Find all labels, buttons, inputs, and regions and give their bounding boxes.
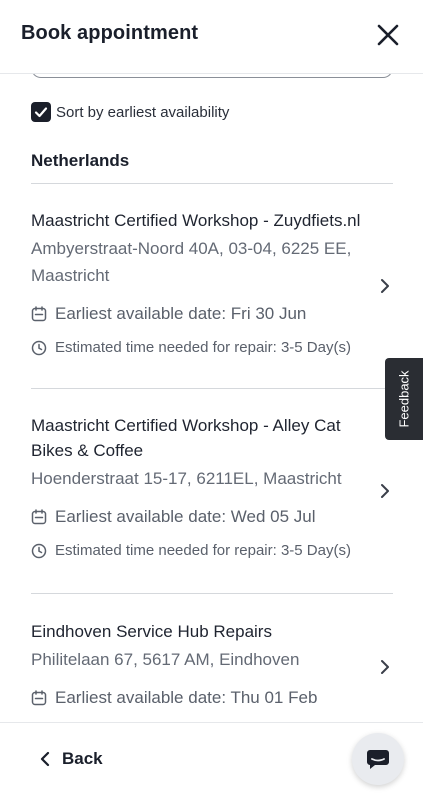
sort-label: Sort by earliest availability (56, 103, 230, 121)
chevron-left-icon (40, 751, 50, 767)
sort-checkbox[interactable] (31, 102, 51, 122)
clock-icon (31, 340, 47, 355)
content: Sort by earliest availability Netherland… (0, 74, 423, 722)
sort-checkbox-row[interactable]: Sort by earliest availability (31, 102, 229, 122)
chat-icon (367, 750, 389, 769)
shop-name: Maastricht Certified Workshop - Alley Ca… (31, 416, 341, 460)
shop-name: Eindhoven Service Hub Repairs (31, 622, 272, 641)
search-input[interactable] (31, 74, 393, 78)
divider (31, 388, 393, 389)
shop-address: Hoenderstraat 15-17, 6211EL, Maastricht (31, 469, 342, 488)
back-label: Back (62, 749, 103, 768)
chevron-right-icon (381, 660, 389, 674)
chat-button[interactable] (352, 733, 404, 785)
earliest-date: Earliest available date: Fri 30 Jun (55, 304, 307, 323)
clock-icon (31, 543, 47, 558)
calendar-icon (31, 306, 47, 322)
repair-time: Estimated time needed for repair: 3-5 Da… (55, 542, 351, 559)
calendar-icon (31, 690, 47, 706)
back-button[interactable]: Back (40, 749, 103, 769)
shop-item[interactable]: Eindhoven Service Hub Repairs Philitelaa… (31, 619, 393, 708)
feedback-label: Feedback (396, 370, 412, 428)
divider (31, 593, 393, 594)
shop-address: Philitelaan 67, 5617 AM, Eindhoven (31, 650, 300, 669)
page-title: Book appointment (21, 22, 199, 44)
repair-time: Estimated time needed for repair: 3-5 Da… (55, 339, 351, 356)
divider (31, 183, 393, 184)
close-icon[interactable] (375, 22, 401, 48)
earliest-date: Earliest available date: Thu 01 Feb (55, 688, 318, 707)
earliest-date: Earliest available date: Wed 05 Jul (55, 507, 316, 526)
chevron-right-icon (381, 279, 389, 293)
header: Book appointment (0, 0, 423, 74)
checkmark-icon (34, 107, 48, 118)
calendar-icon (31, 509, 47, 525)
shop-address: Ambyerstraat-Noord 40A, 03-04, 6225 EE, … (31, 239, 352, 285)
chevron-right-icon (381, 484, 389, 498)
feedback-tab[interactable]: Feedback (385, 358, 423, 440)
shop-item[interactable]: Maastricht Certified Workshop - Zuydfiet… (31, 208, 393, 356)
country-heading: Netherlands (31, 151, 130, 170)
shop-name: Maastricht Certified Workshop - Zuydfiet… (31, 211, 361, 230)
footer: Back (0, 722, 423, 800)
shop-item[interactable]: Maastricht Certified Workshop - Alley Ca… (31, 413, 393, 559)
